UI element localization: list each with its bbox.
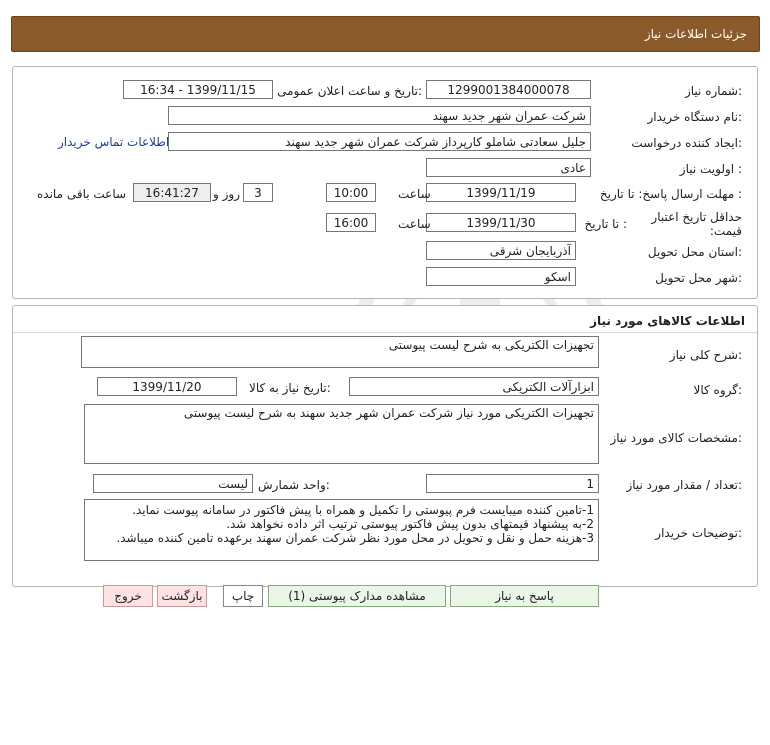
group-field: ابزارآلات الکتریکی [349,377,599,396]
priority-label: اولویت نیاز : [679,162,742,176]
requester-field: جلیل سعادتی شاملو کارپرداز شرکت عمران شه… [168,132,591,151]
back-button[interactable]: بازگشت [157,585,207,607]
print-button[interactable]: چاپ [223,585,263,607]
group-label: گروه کالا: [693,383,743,397]
province-field: آذربایجان شرقی [426,241,576,260]
unit-label: واحد شمارش: [258,478,330,492]
reply-button[interactable]: پاسخ به نیاز [450,585,599,607]
validity-time-field: 16:00 [326,213,376,232]
deadline-date-field: 1399/11/19 [426,183,576,202]
buyer-org-label: نام دستگاه خریدار: [647,110,743,124]
exit-button[interactable]: خروج [103,585,153,607]
need-date-label: تاریخ نیاز به کالا: [249,381,331,395]
priority-field: عادی [426,158,591,177]
deadline-label: مهلت ارسال پاسخ: تا تاریخ : [599,187,742,201]
general-desc-label: شرح کلی نیاز: [669,348,742,362]
days-field: 3 [243,183,273,202]
deadline-time-field: 10:00 [326,183,376,202]
city-field: اسکو [426,267,576,286]
need-number-label: شماره نیاز: [684,84,742,98]
page-header: جزئیات اطلاعات نیاز [11,16,760,52]
validity-to-label: تا تاریخ : [584,217,627,231]
details-panel: شماره نیاز: 1299001384000078 تاریخ و ساع… [12,66,758,299]
requester-label: ایجاد کننده درخواست: [631,136,742,150]
section-divider [13,332,757,333]
need-number-field: 1299001384000078 [426,80,591,99]
validity-label: حداقل تاریخ اعتبار قیمت: [651,210,742,238]
validity-time-label: ساعت [398,217,431,231]
days-label: روز و [213,187,240,201]
view-attachments-button[interactable]: مشاهده مدارک پیوستی (1) [268,585,446,607]
specs-label: مشخصات کالای مورد نیاز: [610,431,742,445]
page-title: جزئیات اطلاعات نیاز [644,27,747,41]
buyer-note-line: 1-تامین کننده میبایست فرم پیوستی را تکمی… [132,503,594,517]
buyer-note-line: 3-هزینه حمل و نقل و تحویل در محل مورد نظ… [116,531,594,545]
buyer-notes-field: 1-تامین کننده میبایست فرم پیوستی را تکمی… [84,499,599,561]
specs-field: تجهیزات الکتریکی مورد نیاز شرکت عمران شه… [84,404,599,464]
province-label: استان محل تحویل: [647,245,742,259]
buyer-contact-link[interactable]: اطلاعات تماس خریدار [58,135,169,149]
buyer-notes-label: توضیحات خریدار: [655,526,742,540]
need-date-field: 1399/11/20 [97,377,237,396]
city-label: شهر محل تحویل: [655,271,742,285]
announce-label: تاریخ و ساعت اعلان عمومی: [277,84,422,98]
unit-field: لیست [93,474,253,493]
goods-section-title: اطلاعات کالاهای مورد نیاز [590,314,745,328]
buyer-note-line: 2-به پیشنهاد قیمتهای بدون پیش فاکتور پیو… [226,517,594,531]
remaining-time-field: 16:41:27 [133,183,211,202]
deadline-time-label: ساعت [398,187,431,201]
announce-field: 1399/11/15 - 16:34 [123,80,273,99]
qty-field: 1 [426,474,599,493]
validity-date-field: 1399/11/30 [426,213,576,232]
goods-panel: اطلاعات کالاهای مورد نیاز شرح کلی نیاز: … [12,305,758,587]
qty-label: تعداد / مقدار مورد نیاز: [626,478,742,492]
remaining-label: ساعت باقی مانده [37,187,127,201]
buyer-org-field: شرکت عمران شهر جدید سهند [168,106,591,125]
general-desc-field: تجهیزات الکتریکی به شرح لیست پیوستی [81,336,599,368]
